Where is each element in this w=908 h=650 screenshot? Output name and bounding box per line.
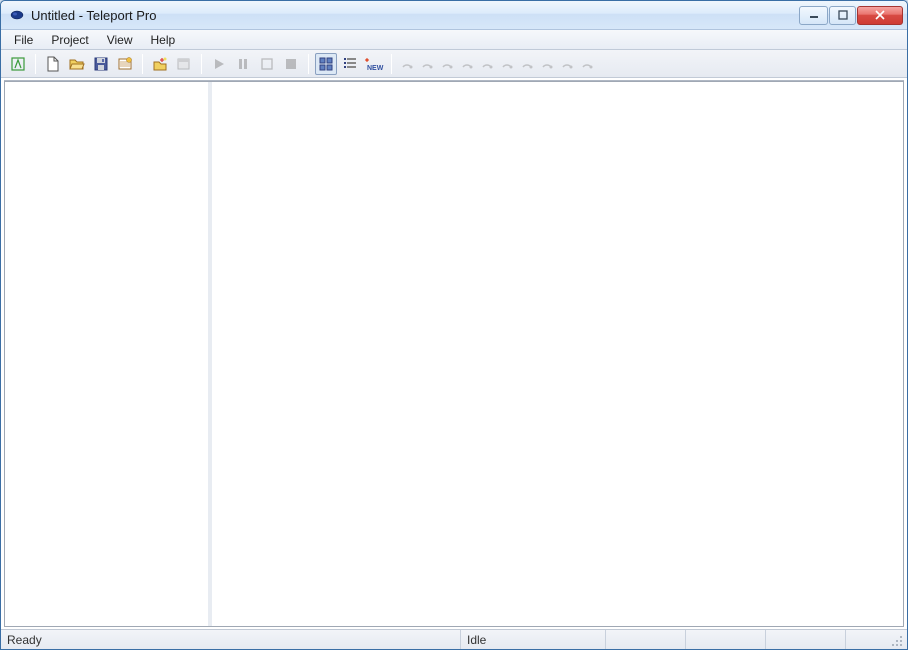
resize-grip[interactable] xyxy=(889,633,903,647)
status-cell-4 xyxy=(686,630,766,649)
thread-indicator-7 xyxy=(518,55,536,73)
pause-icon xyxy=(235,56,251,72)
status-cell-5 xyxy=(766,630,846,649)
update-icon: NEW xyxy=(364,56,384,72)
toolbar: NEW xyxy=(1,50,907,78)
large-icons-icon xyxy=(318,56,334,72)
thread-idle-icon xyxy=(400,57,414,71)
toolbar-separator xyxy=(142,54,143,74)
update-button[interactable]: NEW xyxy=(363,53,385,75)
menubar: File Project View Help xyxy=(1,30,907,50)
app-window: Untitled - Teleport Pro File Project Vie… xyxy=(0,0,908,650)
stop-button xyxy=(256,53,278,75)
window-controls xyxy=(799,6,903,25)
status-grip-cell xyxy=(846,630,907,649)
menu-view[interactable]: View xyxy=(98,31,142,49)
run-button xyxy=(208,53,230,75)
window-title: Untitled - Teleport Pro xyxy=(31,8,799,23)
toolbar-separator xyxy=(308,54,309,74)
abort-icon xyxy=(283,56,299,72)
properties-button[interactable] xyxy=(114,53,136,75)
thread-indicator-9 xyxy=(558,55,576,73)
list-pane[interactable] xyxy=(212,81,904,627)
toolbar-separator xyxy=(35,54,36,74)
thread-indicator-3 xyxy=(438,55,456,73)
svg-text:NEW: NEW xyxy=(367,65,384,72)
toolbar-separator xyxy=(201,54,202,74)
thread-idle-icon xyxy=(460,57,474,71)
properties-icon xyxy=(117,56,133,72)
small-icons-button[interactable] xyxy=(339,53,361,75)
list-icon xyxy=(342,56,358,72)
save-icon xyxy=(93,56,109,72)
statusbar: Ready Idle xyxy=(1,629,907,649)
toolbar-separator xyxy=(391,54,392,74)
play-icon xyxy=(211,56,227,72)
thread-indicator-5 xyxy=(478,55,496,73)
menu-help[interactable]: Help xyxy=(142,31,185,49)
app-icon xyxy=(9,7,25,23)
menu-file[interactable]: File xyxy=(5,31,42,49)
thread-indicator-2 xyxy=(418,55,436,73)
tree-pane[interactable] xyxy=(4,81,208,627)
new-file-icon xyxy=(45,56,61,72)
status-cell-3 xyxy=(606,630,686,649)
new-address-icon xyxy=(152,56,168,72)
open-button[interactable] xyxy=(66,53,88,75)
thread-idle-icon xyxy=(440,57,454,71)
thread-idle-icon xyxy=(520,57,534,71)
thread-idle-icon xyxy=(420,57,434,71)
thread-idle-icon xyxy=(540,57,554,71)
thread-indicator-10 xyxy=(578,55,596,73)
titlebar[interactable]: Untitled - Teleport Pro xyxy=(1,1,907,30)
abort-button xyxy=(280,53,302,75)
maximize-button[interactable] xyxy=(829,6,856,25)
thread-indicator-1 xyxy=(398,55,416,73)
open-folder-icon xyxy=(69,56,85,72)
wizard-button[interactable] xyxy=(7,53,29,75)
thread-idle-icon xyxy=(580,57,594,71)
thread-idle-icon xyxy=(560,57,574,71)
thread-idle-icon xyxy=(500,57,514,71)
abort-browser-button xyxy=(173,53,195,75)
abort-browser-icon xyxy=(176,56,192,72)
large-icons-button[interactable] xyxy=(315,53,337,75)
new-address-button[interactable] xyxy=(149,53,171,75)
thread-idle-icon xyxy=(480,57,494,71)
close-button[interactable] xyxy=(857,6,903,25)
thread-indicator-8 xyxy=(538,55,556,73)
pause-button xyxy=(232,53,254,75)
thread-indicator-4 xyxy=(458,55,476,73)
save-button[interactable] xyxy=(90,53,112,75)
minimize-button[interactable] xyxy=(799,6,828,25)
content-area xyxy=(4,80,904,627)
status-ready: Ready xyxy=(1,630,461,649)
thread-indicator-6 xyxy=(498,55,516,73)
menu-project[interactable]: Project xyxy=(42,31,97,49)
stop-icon xyxy=(259,56,275,72)
new-button[interactable] xyxy=(42,53,64,75)
wizard-icon xyxy=(10,56,26,72)
status-idle: Idle xyxy=(461,630,606,649)
